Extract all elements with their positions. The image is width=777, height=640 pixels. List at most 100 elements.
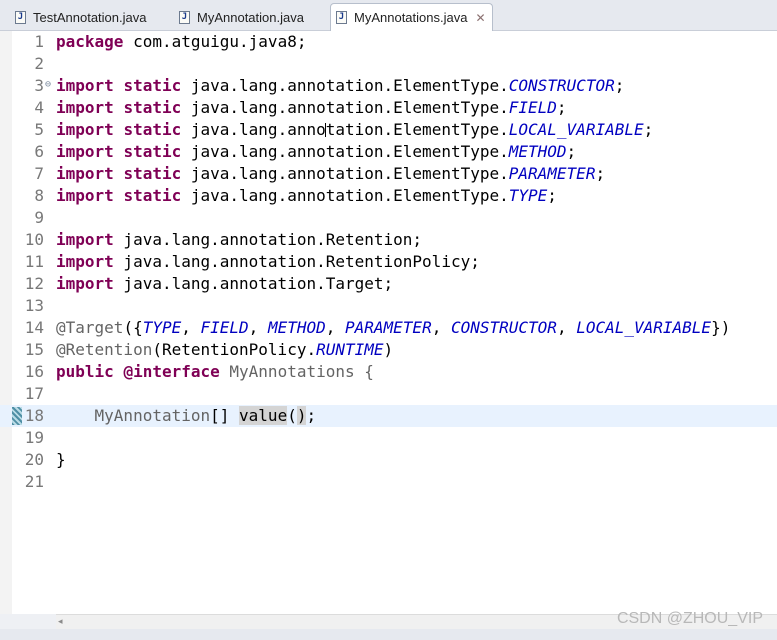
tab-label: MyAnnotations.java <box>354 10 468 25</box>
code-token: ; <box>566 142 577 161</box>
code-text[interactable]: } <box>56 449 66 471</box>
tab-label: TestAnnotation.java <box>33 10 147 25</box>
code-token: , <box>431 318 451 337</box>
line-number: 7 <box>34 164 44 183</box>
static-constant: PARAMETER <box>508 164 596 183</box>
code-text[interactable]: import java.lang.annotation.Target; <box>56 273 393 295</box>
code-line-current[interactable]: 18 MyAnnotation[] value(); <box>0 405 777 427</box>
line-number: 9 <box>34 208 44 227</box>
code-text[interactable]: import static java.lang.annotation.Eleme… <box>56 75 624 97</box>
code-token: , <box>556 318 577 337</box>
code-text[interactable]: @Retention(RetentionPolicy.RUNTIME) <box>56 339 393 361</box>
code-line[interactable]: 6 import static java.lang.annotation.Ele… <box>0 141 777 163</box>
java-file-icon: J <box>336 11 347 24</box>
code-token: ( <box>287 406 297 425</box>
code-text[interactable]: import static java.lang.annotation.Eleme… <box>56 185 557 207</box>
code-token: ({ <box>123 318 143 337</box>
tab-myannotation[interactable]: J MyAnnotation.java <box>178 4 305 30</box>
scroll-left-icon[interactable]: ◂ <box>58 616 63 627</box>
code-token: java.lang.annotation.RetentionPolicy; <box>113 252 480 271</box>
code-line[interactable]: 3 ⊖ import static java.lang.annotation.E… <box>0 75 777 97</box>
code-token: com.atguigu.java8; <box>123 32 307 51</box>
static-constant: TYPE <box>508 186 548 205</box>
line-number: 8 <box>34 186 44 205</box>
code-line[interactable]: 17 <box>0 383 777 405</box>
code-line[interactable]: 21 <box>0 471 777 493</box>
code-line[interactable]: 2 <box>0 53 777 75</box>
code-text[interactable]: import static java.lang.annotation.Eleme… <box>56 97 567 119</box>
keyword: static <box>123 186 182 205</box>
code-text[interactable]: public @interface MyAnnotations { <box>56 361 374 383</box>
line-number: 19 <box>24 428 44 447</box>
keyword: import <box>56 98 114 117</box>
code-line[interactable]: 13 <box>0 295 777 317</box>
code-line[interactable]: 8 import static java.lang.annotation.Ele… <box>0 185 777 207</box>
tab-myannotations[interactable]: J MyAnnotations.java ✕ <box>330 3 493 31</box>
code-line[interactable]: 14 @Target({TYPE, FIELD, METHOD, PARAMET… <box>0 317 777 339</box>
keyword: import <box>56 142 114 161</box>
code-token: ; <box>643 120 654 139</box>
line-number: 21 <box>24 472 44 491</box>
keyword: import <box>56 274 114 293</box>
code-text[interactable]: import java.lang.annotation.Retention; <box>56 229 422 251</box>
code-text[interactable]: import static java.lang.annotation.Eleme… <box>56 141 576 163</box>
code-text[interactable]: package com.atguigu.java8; <box>56 31 306 53</box>
code-line[interactable]: 4 import static java.lang.annotation.Ele… <box>0 97 777 119</box>
code-token: java.lang.annotation.Target; <box>113 274 394 293</box>
code-line[interactable]: 11 import java.lang.annotation.Retention… <box>0 251 777 273</box>
keyword: static <box>123 164 182 183</box>
static-constant: LOCAL_VARIABLE <box>508 120 644 139</box>
code-line[interactable]: 7 import static java.lang.annotation.Ele… <box>0 163 777 185</box>
line-number: 16 <box>24 362 44 381</box>
code-token: [] <box>210 406 240 425</box>
code-text[interactable]: MyAnnotation[] value(); <box>56 405 316 427</box>
static-constant: TYPE <box>142 318 182 337</box>
keyword: static <box>123 76 182 95</box>
keyword: import <box>56 120 114 139</box>
static-constant: METHOD <box>508 142 567 161</box>
code-line[interactable]: 15 @Retention(RetentionPolicy.RUNTIME) <box>0 339 777 361</box>
static-constant: METHOD <box>267 318 326 337</box>
code-line[interactable]: 1 package com.atguigu.java8; <box>0 31 777 53</box>
fold-collapse-icon[interactable]: ⊖ <box>45 75 51 95</box>
code-token: ; <box>614 76 625 95</box>
code-text[interactable]: import static java.lang.annotation.Eleme… <box>56 163 605 185</box>
tab-testannotation[interactable]: J TestAnnotation.java <box>14 4 147 30</box>
static-constant: FIELD <box>200 318 249 337</box>
code-text[interactable]: import java.lang.annotation.RetentionPol… <box>56 251 480 273</box>
keyword: static <box>123 98 182 117</box>
code-token: }) <box>711 318 731 337</box>
line-number: 14 <box>24 318 44 337</box>
code-token: java.lang.annotation.ElementType. <box>181 98 509 117</box>
code-token: , <box>181 318 201 337</box>
code-line[interactable]: 19 <box>0 427 777 449</box>
code-text[interactable]: @Target({TYPE, FIELD, METHOD, PARAMETER,… <box>56 317 730 339</box>
code-token: java.lang.annotation.ElementType. <box>181 142 509 161</box>
line-number: 15 <box>24 340 44 359</box>
keyword: @interface <box>123 362 220 381</box>
keyword: static <box>123 142 182 161</box>
code-token: java.lang.annotation.ElementType. <box>181 120 509 139</box>
code-line[interactable]: 9 <box>0 207 777 229</box>
code-line[interactable]: 12 import java.lang.annotation.Target; <box>0 273 777 295</box>
static-constant: CONSTRUCTOR <box>450 318 557 337</box>
code-line[interactable]: 10 import java.lang.annotation.Retention… <box>0 229 777 251</box>
keyword: import <box>56 230 114 249</box>
keyword: import <box>56 76 114 95</box>
line-number: 20 <box>24 450 44 469</box>
code-token: (RetentionPolicy. <box>152 340 317 359</box>
code-text[interactable]: import static java.lang.annotation.Eleme… <box>56 119 653 141</box>
code-line[interactable]: 5 import static java.lang.annotation.Ele… <box>0 119 777 141</box>
method-name: value <box>239 406 288 425</box>
line-number: 12 <box>24 274 44 293</box>
static-constant: RUNTIME <box>316 340 384 359</box>
keyword: static <box>123 120 182 139</box>
close-icon[interactable]: ✕ <box>475 12 485 24</box>
code-editor[interactable]: 1 package com.atguigu.java8; 2 3 ⊖ impor… <box>0 31 777 614</box>
java-file-icon: J <box>15 11 26 24</box>
code-token: ) <box>383 340 394 359</box>
line-number: 4 <box>34 98 44 117</box>
code-line[interactable]: 20 } <box>0 449 777 471</box>
code-line[interactable]: 16 public @interface MyAnnotations { <box>0 361 777 383</box>
